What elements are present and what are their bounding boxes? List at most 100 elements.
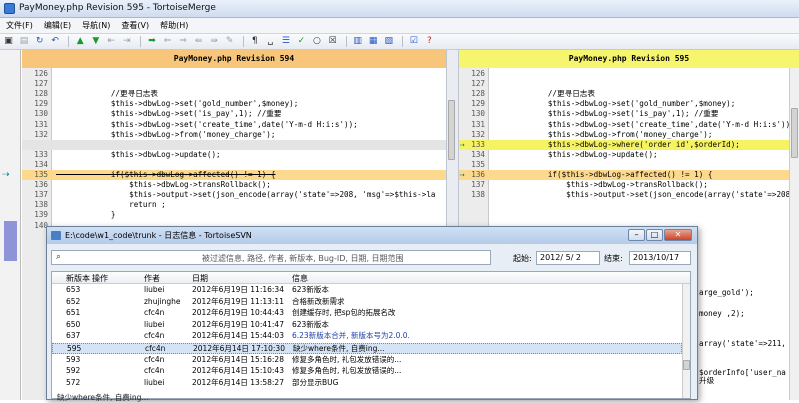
code-line: 129 $this->dbwLog->set('gold_number',$mo… [459,99,799,109]
revision-list[interactable]: 新版本 操作 作者 日期 信息 653 liubei 2012年6月19日 11:1… [51,271,691,399]
minimize-button[interactable]: – [628,229,645,241]
revision-list-header: 新版本 操作 作者 日期 信息 [52,272,690,284]
one-pane-icon[interactable]: ▥ [352,36,363,47]
right-scrollbar[interactable] [789,68,799,400]
line-text: } [56,210,116,220]
menu-bar: 文件(F) 编辑(E) 导航(N) 查看(V) 帮助(H) [0,18,799,34]
table-row[interactable]: 650liubei2012年6月19日 10:41:47623新版本+ [52,320,682,331]
line-text: $this->output->set(json_encode(array('st… [56,190,436,200]
check-icon[interactable]: ✓ [296,36,307,47]
log-dialog-titlebar[interactable]: E:\code\w1_code\trunk - 日志信息 - TortoiseS… [47,227,697,244]
location-bar[interactable] [0,50,21,400]
to-date-value: 2013/10/17 [633,253,680,262]
line-text: $this->dbwLog->set('create_time',date('Y… [493,119,795,129]
three-pane-icon[interactable]: ▧ [383,36,394,47]
revision-cell: 652 [66,296,81,306]
line-number: 129 [471,99,485,109]
code-line: 135 [459,160,799,170]
line-number: 130 [471,109,485,119]
right-scroll-thumb[interactable] [791,108,798,158]
col-revision[interactable]: 新版本 [66,273,90,284]
col-author[interactable]: 作者 [144,273,160,284]
date-cell: 2012年6月19日 11:16:34 [192,285,284,294]
maximize-button[interactable]: □ [646,229,663,241]
from-date-picker[interactable]: 2012/ 5/ 2 [536,251,600,265]
line-text: $this->dbwLog->set('is_pay',1); //重要 [56,109,282,119]
line-number: 135 [471,159,485,169]
search-input[interactable]: ⌕ 被过滤信息, 路径, 作者, 新版本, Bug-ID, 日期, 日期范围 [51,250,491,265]
to-date-picker[interactable]: 2013/10/17 [629,251,691,265]
table-row[interactable]: 592 cfc4n 2012年6月14日 15:10:43 修复多角色时, 礼包发放错… [52,366,682,377]
message-cell: 部分显示BUG [292,377,339,387]
app-icon [4,3,15,14]
use-theirs-icon[interactable]: ⇚ [193,36,204,47]
use-block-icon[interactable]: ➡ [146,36,157,47]
left-scroll-thumb[interactable] [448,100,455,160]
show-whitespace-icon[interactable]: ␣ [265,36,276,47]
menu-navigate[interactable]: 导航(N) [76,18,115,31]
table-row[interactable]: 593 cfc4n 2012年6月14日 15:16:28 修复多角色时, 礼包发放错… [52,355,682,366]
line-text: $this->dbwLog->from('money_charge'); [493,129,713,139]
author-cell: cfc4n [144,366,165,376]
line-number: 140 [34,220,48,230]
two-pane-icon[interactable]: ▦ [368,36,379,47]
code-line: 128 //更寻日志表 [22,89,446,99]
settings-icon[interactable]: ☑ [408,36,419,47]
revision-list-scroll-thumb[interactable] [683,360,690,370]
author-cell: cfc4n [144,331,165,341]
line-number: 131 [34,119,48,129]
table-row[interactable]: 595 cfc4n 2012年6月14日 17:10:30 缺少where条件, 自费… [52,343,682,354]
code-line: 134 $this->dbwLog->update(); [459,150,799,160]
col-actions[interactable]: 操作 [92,273,108,284]
message-cell: 修复多角色时, 礼包发放错误的... [292,354,402,364]
pilcrow-icon[interactable]: ¶ [249,36,260,47]
line-text: $this->dbwLog->where('order id',$orderId… [493,139,740,149]
revision-list-scrollbar[interactable] [682,284,690,398]
added-line-marker-icon: ⇢ [460,139,465,149]
line-text: $this->dbwLog->update(); [493,149,658,159]
search-placeholder: 被过滤信息, 路径, 作者, 新版本, Bug-ID, 日期, 日期范围 [202,254,404,263]
save-as-icon[interactable]: ▤ [19,36,30,47]
menu-edit[interactable]: 编辑(E) [38,18,76,31]
table-row[interactable]: 572 liubei 2012年6月14日 13:58:27 部分显示BUG [52,378,682,389]
overflow-line: $orderInfo['user_na [699,368,786,377]
line-number: 126 [471,69,485,78]
col-date[interactable]: 日期 [192,273,208,284]
menu-view[interactable]: 查看(V) [115,18,154,31]
line-number: 135 [34,170,48,179]
table-row[interactable]: 653 liubei 2012年6月19日 11:16:34 623新版本 [52,285,682,296]
nav-down-icon[interactable]: ▼ [90,36,101,47]
line-number: 131 [471,119,485,129]
line-number: 134 [34,159,48,169]
line-number: 129 [34,99,48,109]
marker-icon[interactable]: ✎ [224,36,235,47]
undo-icon[interactable]: ↶ [50,36,61,47]
col-message[interactable]: 信息 [292,273,308,284]
revision-cell: 593 [66,354,81,364]
menu-help[interactable]: 帮助(H) [154,18,193,31]
cross-box-icon[interactable]: ☒ [327,36,338,47]
close-button[interactable]: ✕ [664,229,692,241]
menu-file[interactable]: 文件(F) [0,18,38,31]
code-line: 133 $this->dbwLog->update(); [22,150,446,160]
table-row[interactable]: 652 zhujinghe 2012年6月19日 11:13:11 合格新改新需求 [52,297,682,308]
table-row[interactable]: 637 cfc4n 2012年6月14日 15:44:03 6.23新版本合并, 新版… [52,331,682,342]
nav-next-conflict-icon[interactable]: ⇒ [178,36,189,47]
collapse-icon[interactable]: ☰ [280,36,291,47]
table-row[interactable]: 651 cfc4n 2012年6月19日 10:44:43 创建缓存时, 把sp包的拓… [52,308,682,319]
code-line: 130 $this->dbwLog->set('is_pay',1); //重要 [459,109,799,119]
code-line: 132 $this->dbwLog->from('money_charge'); [459,130,799,140]
filter-bar: ⌕ 被过滤信息, 路径, 作者, 新版本, Bug-ID, 日期, 日期范围 起… [51,247,691,267]
circle-icon[interactable]: ○ [311,36,322,47]
code-line: 134 [22,160,446,170]
save-icon[interactable]: ▣ [3,36,14,47]
nav-first-icon[interactable]: ⇤ [106,36,117,47]
nav-up-icon[interactable]: ▲ [75,36,86,47]
date-cell: 2012年6月14日 17:10:30 [193,344,285,353]
nav-prev-conflict-icon[interactable]: ⇐ [162,36,173,47]
code-line: 137 $this->dbwLog->transRollback(); [459,180,799,190]
use-mine-icon[interactable]: ⇛ [209,36,220,47]
help-icon[interactable]: ? [424,36,435,47]
nav-last-icon[interactable]: ⇥ [121,36,132,47]
refresh-icon[interactable]: ↻ [34,36,45,47]
